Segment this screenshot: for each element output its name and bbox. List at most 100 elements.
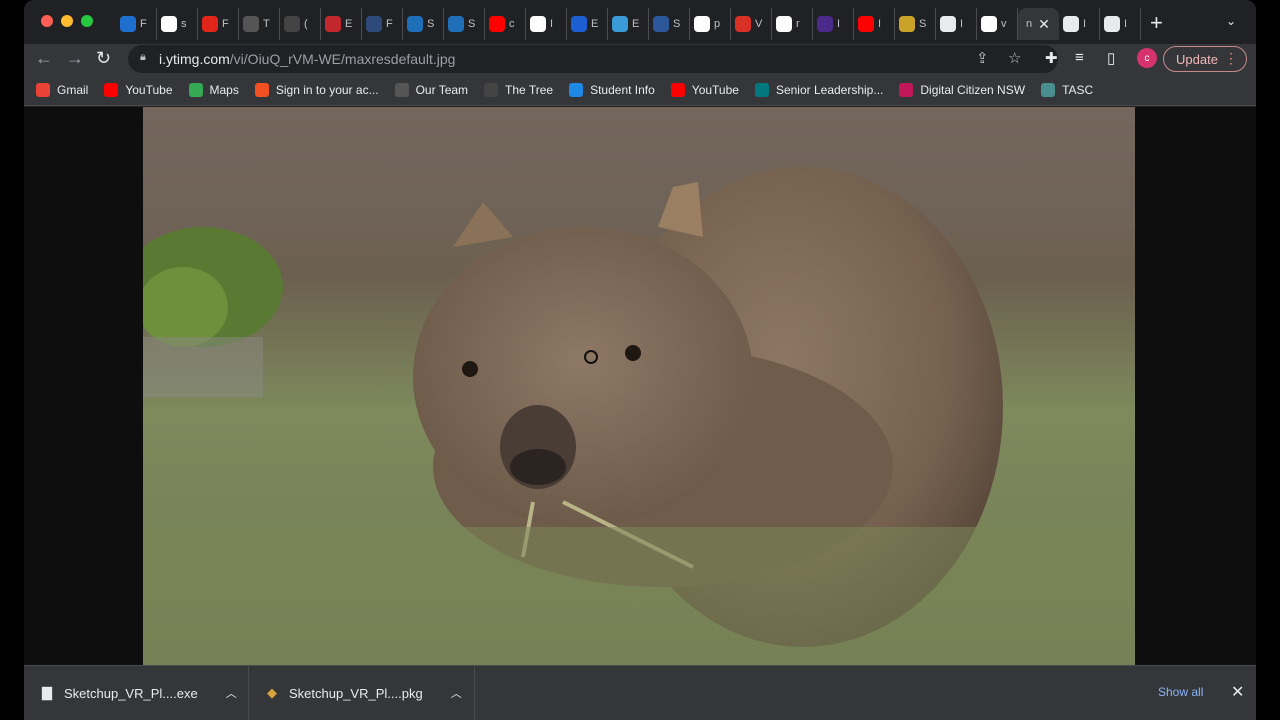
bookmark-label: Student Info <box>590 82 655 97</box>
file-icon: ▇ <box>42 685 52 700</box>
red-logo-icon <box>325 16 341 32</box>
tab[interactable]: F <box>116 8 157 40</box>
bookmark-item[interactable]: The Tree <box>484 82 553 97</box>
close-window-button[interactable] <box>41 15 53 27</box>
new-tab-button[interactable]: + <box>1150 10 1163 36</box>
google-icon <box>981 16 997 32</box>
tree-icon <box>243 16 259 32</box>
tab-search-chevron-icon[interactable]: ⌄ <box>1226 14 1236 28</box>
bookmark-star-icon[interactable]: ☆ <box>1008 49 1021 67</box>
fingerprint-icon <box>448 16 464 32</box>
package-icon: ◆ <box>267 685 277 700</box>
bookmark-item[interactable]: YouTube <box>104 82 173 97</box>
forward-button[interactable]: → <box>66 48 84 69</box>
tab[interactable]: E <box>608 8 649 40</box>
tab[interactable]: V <box>731 8 772 40</box>
tab-title: E <box>591 18 599 30</box>
tab-title: c <box>509 18 515 30</box>
tab[interactable]: I <box>936 8 977 40</box>
bookmark-item[interactable]: Maps <box>188 82 239 97</box>
chevron-up-icon[interactable]: ︿ <box>451 685 462 701</box>
tab[interactable]: v <box>977 8 1018 40</box>
bookmark-item[interactable]: Our Team <box>394 82 468 97</box>
tab-title: V <box>755 18 763 30</box>
tab[interactable]: I <box>526 8 567 40</box>
bookmark-favicon-icon <box>254 82 269 97</box>
bookmark-favicon-icon <box>899 82 914 97</box>
bookmark-item[interactable]: Senior Leadership... <box>754 82 884 97</box>
tab[interactable]: s <box>157 8 198 40</box>
tab-strip: Fs F T(E F S Sc I E E Sp Vr I I S Iv n ✕ I I + ⌄ <box>24 0 1256 44</box>
tab[interactable]: T <box>239 8 280 40</box>
reload-button[interactable]: ↻ <box>96 48 111 69</box>
tab[interactable]: E <box>567 8 608 40</box>
tab[interactable]: r <box>772 8 813 40</box>
bookmark-label: YouTube <box>125 82 173 97</box>
page-content <box>24 107 1256 665</box>
app-icon <box>612 16 628 32</box>
profile-avatar[interactable]: c <box>1137 48 1157 68</box>
side-panel-icon[interactable]: ▯ <box>1107 49 1115 67</box>
tab-title: r <box>796 18 800 30</box>
wombat-photo[interactable] <box>143 107 1135 665</box>
lp-icon <box>571 16 587 32</box>
tab[interactable]: S <box>649 8 690 40</box>
tab-title: S <box>468 18 476 30</box>
tab[interactable]: ( <box>280 8 321 40</box>
bookmark-favicon-icon <box>36 82 50 97</box>
tab-title: I <box>550 18 554 30</box>
update-button[interactable]: Update ⋮ <box>1163 46 1247 72</box>
bookmarks-bar: Gmail YouTube Maps Sign in to your ac... Our… <box>24 74 1256 106</box>
show-all-downloads-button[interactable]: Show all <box>1158 685 1203 699</box>
bookmark-item[interactable]: Digital Citizen NSW <box>899 82 1026 97</box>
fingerprint-icon <box>407 16 423 32</box>
bookmark-label: Senior Leadership... <box>775 82 884 97</box>
tab[interactable]: E <box>321 8 362 40</box>
bookmark-item[interactable]: Sign in to your ac... <box>254 82 379 97</box>
download-item[interactable]: ◆ Sketchup_VR_Pl....pkg ︿ <box>249 666 475 720</box>
tab[interactable]: F <box>362 8 403 40</box>
back-button[interactable]: ← <box>35 48 53 69</box>
extensions-puzzle-icon[interactable]: ✚ <box>1045 49 1058 67</box>
tab-title: T <box>263 18 270 30</box>
bookmark-item[interactable]: YouTube <box>670 82 739 97</box>
bookmark-favicon-icon <box>1041 82 1056 97</box>
lock-icon[interactable]: 🔒︎ <box>140 51 146 64</box>
tab[interactable]: S <box>895 8 936 40</box>
bookmark-item[interactable]: Gmail <box>36 82 88 97</box>
zoom-window-button[interactable] <box>81 15 93 27</box>
bookmark-label: YouTube <box>691 82 739 97</box>
url-path: /vi/OiuQ_rVM-WE/maxresdefault.jpg <box>229 51 456 67</box>
bookmark-favicon-icon <box>104 82 119 97</box>
close-downloads-bar-icon[interactable]: ✕ <box>1231 682 1244 702</box>
close-tab-icon[interactable]: ✕ <box>1038 16 1050 33</box>
google-icon <box>694 16 710 32</box>
bookmark-favicon-icon <box>754 82 769 97</box>
sketchup-icon <box>120 16 136 32</box>
tab[interactable]: c <box>485 8 526 40</box>
menu-dots-icon[interactable]: ⋮ <box>1224 50 1238 67</box>
share-icon[interactable]: ⇪ <box>976 49 989 67</box>
tab[interactable]: n ✕ <box>1018 8 1059 40</box>
tab[interactable]: I <box>1100 8 1141 40</box>
tab-title: v <box>1001 18 1007 30</box>
tab-title: I <box>1083 18 1087 30</box>
tab[interactable]: S <box>444 8 485 40</box>
bookmark-item[interactable]: TASC <box>1041 82 1093 97</box>
minimize-window-button[interactable] <box>61 15 73 27</box>
url-text[interactable]: i.ytimg.com/vi/OiuQ_rVM-WE/maxresdefault… <box>159 51 455 67</box>
tab[interactable]: I <box>1059 8 1100 40</box>
tab[interactable]: S <box>403 8 444 40</box>
tab[interactable]: I <box>813 8 854 40</box>
bookmark-label: Digital Citizen NSW <box>920 82 1026 97</box>
tab[interactable]: F <box>198 8 239 40</box>
tab[interactable]: I <box>854 8 895 40</box>
tab[interactable]: p <box>690 8 731 40</box>
address-bar[interactable]: 🔒︎ i.ytimg.com/vi/OiuQ_rVM-WE/maxresdefa… <box>128 45 1058 73</box>
tab-title: E <box>632 18 640 30</box>
media-control-icon[interactable]: ≡ <box>1075 49 1084 66</box>
chevron-up-icon[interactable]: ︿ <box>226 685 237 701</box>
download-item[interactable]: ▇ Sketchup_VR_Pl....exe ︿ <box>24 666 249 720</box>
tab-title: p <box>714 18 721 30</box>
bookmark-item[interactable]: Student Info <box>569 82 655 97</box>
